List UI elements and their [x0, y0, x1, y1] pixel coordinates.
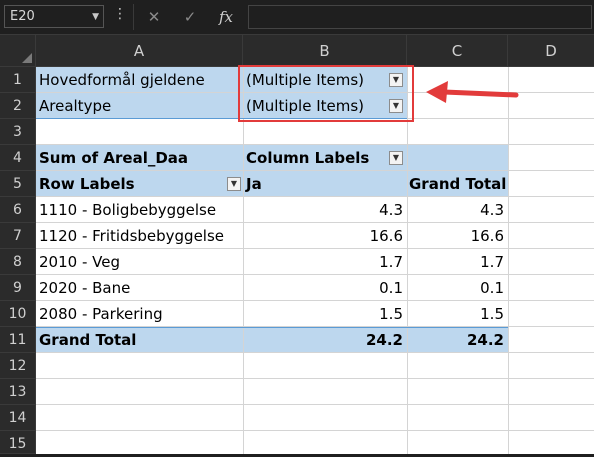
row-header-5[interactable]: 5	[0, 171, 36, 197]
value-cell[interactable]: 4.3	[243, 197, 407, 223]
row-header-6[interactable]: 6	[0, 197, 36, 223]
formula-bar: E20 ▼ ⋮ ✕ ✓ fx	[0, 0, 594, 35]
name-box-value: E20	[10, 9, 35, 24]
value-cell[interactable]: 1.5	[243, 301, 407, 327]
value-cell[interactable]: 0.1	[243, 275, 407, 301]
spreadsheet-grid: A B C D 1 2 3 4 5 6 7 8 9 10 11 12 13 14…	[0, 35, 594, 454]
more-options-icon[interactable]: ⋮	[113, 6, 127, 22]
report-filter-label[interactable]: Arealtype	[36, 93, 243, 119]
column-header-b[interactable]: B	[243, 35, 407, 67]
row-header-15[interactable]: 15	[0, 431, 36, 454]
divider	[133, 4, 134, 30]
row-label[interactable]: 2010 - Veg	[36, 249, 243, 275]
row-header-9[interactable]: 9	[0, 275, 36, 301]
value-cell[interactable]: 16.6	[407, 223, 508, 249]
row-header-8[interactable]: 8	[0, 249, 36, 275]
row-header-11[interactable]: 11	[0, 327, 36, 353]
row-label[interactable]: 1110 - Boligbebyggelse	[36, 197, 243, 223]
value-cell[interactable]: 1.7	[407, 249, 508, 275]
annotation-arrow-icon	[426, 81, 519, 103]
enter-icon[interactable]: ✓	[176, 5, 204, 29]
chevron-down-icon[interactable]: ▼	[92, 7, 99, 28]
formula-input[interactable]	[248, 5, 592, 29]
gridline	[36, 378, 594, 379]
row-header-13[interactable]: 13	[0, 379, 36, 405]
value-cell[interactable]: 0.1	[407, 275, 508, 301]
filter-dropdown-icon[interactable]: ▼	[389, 151, 403, 165]
row-labels-header[interactable]: Row Labels	[36, 171, 243, 197]
row-header-7[interactable]: 7	[0, 223, 36, 249]
column-header-a[interactable]: A	[36, 35, 243, 67]
row-header-1[interactable]: 1	[0, 67, 36, 93]
grand-total-label[interactable]: Grand Total	[36, 327, 243, 353]
filter-dropdown-icon[interactable]: ▼	[227, 177, 241, 191]
column-header-ja[interactable]: Ja	[243, 171, 407, 197]
values-field-label[interactable]: Sum of Areal_Daa	[36, 145, 243, 171]
column-header-d[interactable]: D	[508, 35, 594, 67]
select-all-button[interactable]	[0, 35, 36, 67]
column-header-grand-total[interactable]: Grand Total	[407, 171, 508, 197]
name-box[interactable]: E20 ▼	[4, 5, 104, 28]
gridline	[508, 67, 509, 454]
report-filter-label[interactable]: Hovedformål gjeldene	[36, 67, 243, 93]
grand-total-value[interactable]: 24.2	[243, 327, 407, 353]
grand-total-value[interactable]: 24.2	[407, 327, 508, 353]
row-label[interactable]: 2020 - Bane	[36, 275, 243, 301]
select-all-icon	[22, 53, 32, 63]
gridline	[36, 430, 594, 431]
value-cell[interactable]: 1.5	[407, 301, 508, 327]
row-header-2[interactable]: 2	[0, 93, 36, 119]
row-header-10[interactable]: 10	[0, 301, 36, 327]
row-header-12[interactable]: 12	[0, 353, 36, 379]
row-header-4[interactable]: 4	[0, 145, 36, 171]
cancel-icon[interactable]: ✕	[140, 5, 168, 29]
column-header-c[interactable]: C	[407, 35, 508, 67]
value-cell[interactable]: 1.7	[243, 249, 407, 275]
column-labels-header[interactable]: Column Labels	[243, 145, 407, 171]
row-label[interactable]: 1120 - Fritidsbebyggelse	[36, 223, 243, 249]
insert-function-icon[interactable]: fx	[212, 5, 240, 29]
highlight-box	[238, 65, 414, 122]
gridline	[36, 404, 594, 405]
row-header-14[interactable]: 14	[0, 405, 36, 431]
value-cell[interactable]: 4.3	[407, 197, 508, 223]
value-cell[interactable]: 16.6	[243, 223, 407, 249]
row-header-3[interactable]: 3	[0, 119, 36, 145]
row-label[interactable]: 2080 - Parkering	[36, 301, 243, 327]
